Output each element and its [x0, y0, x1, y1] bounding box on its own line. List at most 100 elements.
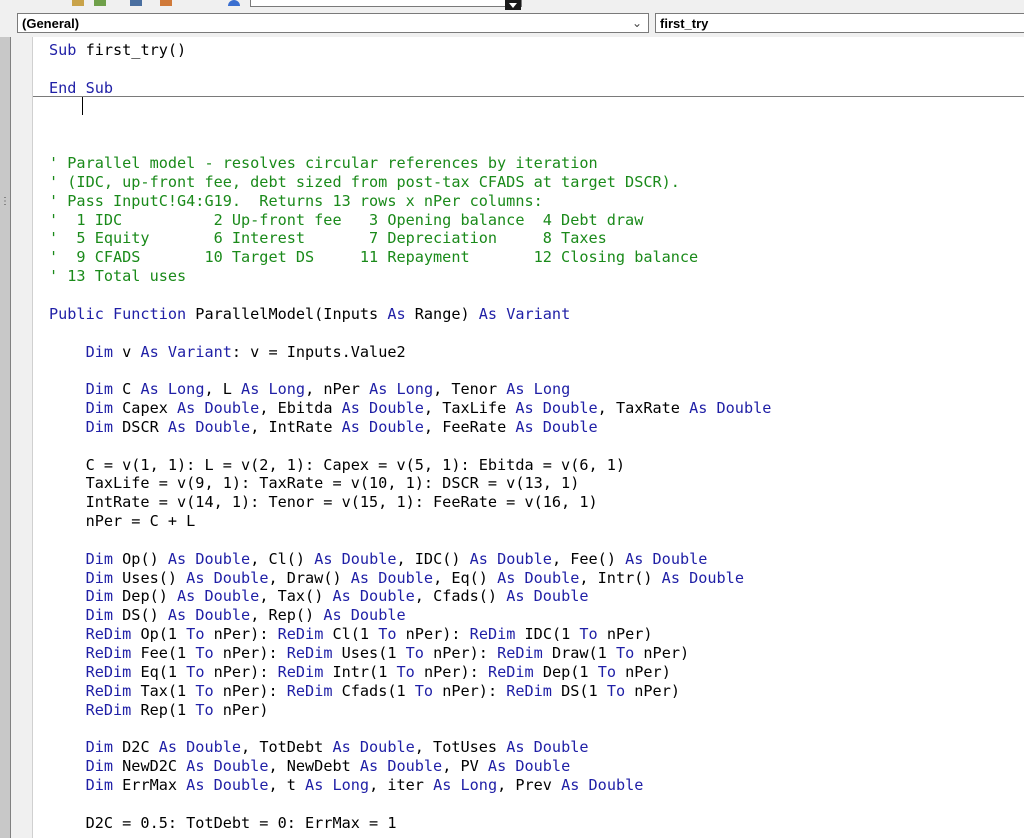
- toolbar-icon[interactable]: [94, 0, 106, 6]
- keyword-token: To: [579, 625, 598, 644]
- keyword-token: To: [195, 644, 214, 662]
- code-token: Eq(1: [131, 662, 187, 681]
- code-editor[interactable]: Sub first_try() End Sub ' Parallel model -…: [33, 37, 1024, 838]
- code-token: D2C: [113, 738, 159, 757]
- procedure-combobox[interactable]: first_try: [655, 13, 1024, 33]
- code-line[interactable]: Public Function ParallelModel(Inputs As …: [49, 305, 771, 324]
- code-line[interactable]: Dim Dep() As Double, Tax() As Double, Cf…: [49, 587, 771, 606]
- code-line[interactable]: Dim D2C As Double, TotDebt As Double, To…: [49, 738, 771, 757]
- code-line[interactable]: Dim Capex As Double, Ebitda As Double, T…: [49, 399, 772, 418]
- code-token: nPer):: [423, 644, 498, 662]
- code-line[interactable]: Dim DSCR As Double, IntRate As Double, F…: [49, 418, 771, 437]
- keyword-token: To: [414, 681, 434, 700]
- code-line[interactable]: [49, 116, 771, 135]
- keyword-token: As: [387, 304, 406, 323]
- code-line[interactable]: End Sub: [49, 79, 771, 98]
- keyword-token: Dim: [85, 757, 114, 776]
- keyword-token: As Variant: [478, 304, 571, 323]
- code-line[interactable]: Dim Uses() As Double, Draw() As Double, …: [49, 569, 771, 588]
- keyword-token: To: [186, 662, 205, 681]
- code-line[interactable]: [49, 98, 771, 117]
- keyword-token: As Double: [186, 757, 269, 776]
- code-line[interactable]: nPer = C + L: [49, 512, 771, 531]
- code-line[interactable]: ReDim Rep(1 To nPer): [49, 701, 771, 720]
- code-token: Op(): [113, 549, 168, 568]
- code-token: Range): [405, 304, 479, 323]
- keyword-token: Dim: [85, 549, 114, 568]
- code-token: : v = Inputs.Value2: [231, 342, 406, 361]
- code-line[interactable]: ' (IDC, up-front fee, debt sized from po…: [49, 173, 771, 192]
- code-line[interactable]: ' 9 CFADS 10 Target DS 11 Repayment 12 C…: [49, 248, 771, 267]
- code-token: nPer):: [213, 681, 287, 700]
- code-line[interactable]: [49, 324, 771, 343]
- code-line[interactable]: Dim Op() As Double, Cl() As Double, IDC(…: [49, 550, 771, 569]
- code-token: DS(1: [551, 681, 607, 700]
- code-token: ParallelModel(Inputs: [186, 304, 388, 323]
- keyword-token: ReDim: [506, 681, 552, 700]
- code-token: Cl(1: [323, 625, 379, 644]
- code-token: C: [113, 380, 141, 399]
- code-token: first_try(): [76, 41, 187, 59]
- code-line[interactable]: TaxLife = v(9, 1): TaxRate = v(10, 1): D…: [49, 474, 771, 493]
- code-line[interactable]: Dim C As Long, L As Long, nPer As Long, …: [49, 380, 771, 399]
- toolbar-strip: [0, 0, 1024, 12]
- keyword-token: As Double: [625, 549, 708, 568]
- keyword-token: As Double: [332, 738, 415, 757]
- window-edge: ⋮: [0, 37, 10, 838]
- code-line[interactable]: Dim NewD2C As Double, NewDebt As Double,…: [49, 757, 771, 776]
- code-token: , TotDebt: [241, 738, 333, 757]
- code-line[interactable]: Sub first_try(): [49, 41, 771, 60]
- code-token: , NewDebt: [268, 757, 360, 776]
- help-icon[interactable]: [228, 0, 240, 6]
- code-line[interactable]: ' Pass InputC!G4:G19. Returns 13 rows x …: [49, 192, 771, 211]
- toolbar-icon[interactable]: [130, 0, 142, 6]
- keyword-token: To: [597, 662, 616, 681]
- code-line[interactable]: D2C = 0.5: TotDebt = 0: ErrMax = 1: [49, 814, 771, 833]
- code-text[interactable]: Sub first_try() End Sub ' Parallel model -…: [49, 41, 771, 832]
- code-line[interactable]: ' 5 Equity 6 Interest 7 Depreciation 8 T…: [49, 229, 771, 248]
- keyword-token: Dim: [85, 775, 114, 794]
- toolbar-dropdown-button[interactable]: [505, 0, 521, 10]
- toolbar-icon[interactable]: [72, 0, 84, 6]
- code-line[interactable]: Dim ErrMax As Double, t As Long, iter As…: [49, 776, 771, 795]
- keyword-token: ReDim: [497, 644, 543, 662]
- code-line[interactable]: [49, 60, 771, 79]
- code-line[interactable]: C = v(1, 1): L = v(2, 1): Capex = v(5, 1…: [49, 456, 771, 475]
- code-line[interactable]: [49, 437, 771, 456]
- chevron-down-icon[interactable]: ⌄: [632, 16, 642, 30]
- code-line[interactable]: Dim v As Variant: v = Inputs.Value2: [49, 343, 771, 362]
- code-line[interactable]: ReDim Eq(1 To nPer): ReDim Intr(1 To nPe…: [49, 663, 771, 682]
- code-line[interactable]: [49, 135, 771, 154]
- code-line[interactable]: ' 1 IDC 2 Up-front fee 3 Opening balance…: [49, 211, 771, 230]
- keyword-token: As Variant: [140, 342, 232, 361]
- object-combobox[interactable]: (General) ⌄: [17, 13, 649, 33]
- code-line[interactable]: IntRate = v(14, 1): Tenor = v(15, 1): Fe…: [49, 493, 771, 512]
- keyword-token: Dim: [85, 417, 114, 436]
- margin-indicator-bar[interactable]: [11, 37, 33, 838]
- code-token: C = v(1, 1): L = v(2, 1): Capex = v(5, 1…: [49, 455, 626, 474]
- code-line[interactable]: [49, 531, 771, 550]
- code-line[interactable]: [49, 719, 771, 738]
- code-line[interactable]: ' Parallel model - resolves circular ref…: [49, 154, 771, 173]
- toolbar-icon[interactable]: [160, 0, 172, 6]
- code-line[interactable]: [49, 361, 771, 380]
- code-line[interactable]: ReDim Op(1 To nPer): ReDim Cl(1 To nPer)…: [49, 625, 771, 644]
- code-line[interactable]: ' 13 Total uses: [49, 267, 771, 286]
- code-line[interactable]: Dim DS() As Double, Rep() As Double: [49, 606, 771, 625]
- code-token: , IntRate: [250, 417, 342, 436]
- code-token: , TaxRate: [597, 399, 690, 418]
- code-line[interactable]: ReDim Fee(1 To nPer): ReDim Uses(1 To nP…: [49, 644, 771, 663]
- keyword-token: As Double: [341, 399, 424, 418]
- keyword-token: ReDim: [85, 644, 132, 662]
- code-token: , Fee(): [551, 549, 626, 568]
- code-line[interactable]: [49, 286, 771, 305]
- code-line[interactable]: [49, 795, 771, 814]
- keyword-token: Public Function: [49, 304, 187, 323]
- code-line[interactable]: ReDim Tax(1 To nPer): ReDim Cfads(1 To n…: [49, 682, 771, 701]
- keyword-token: As Double: [359, 757, 443, 776]
